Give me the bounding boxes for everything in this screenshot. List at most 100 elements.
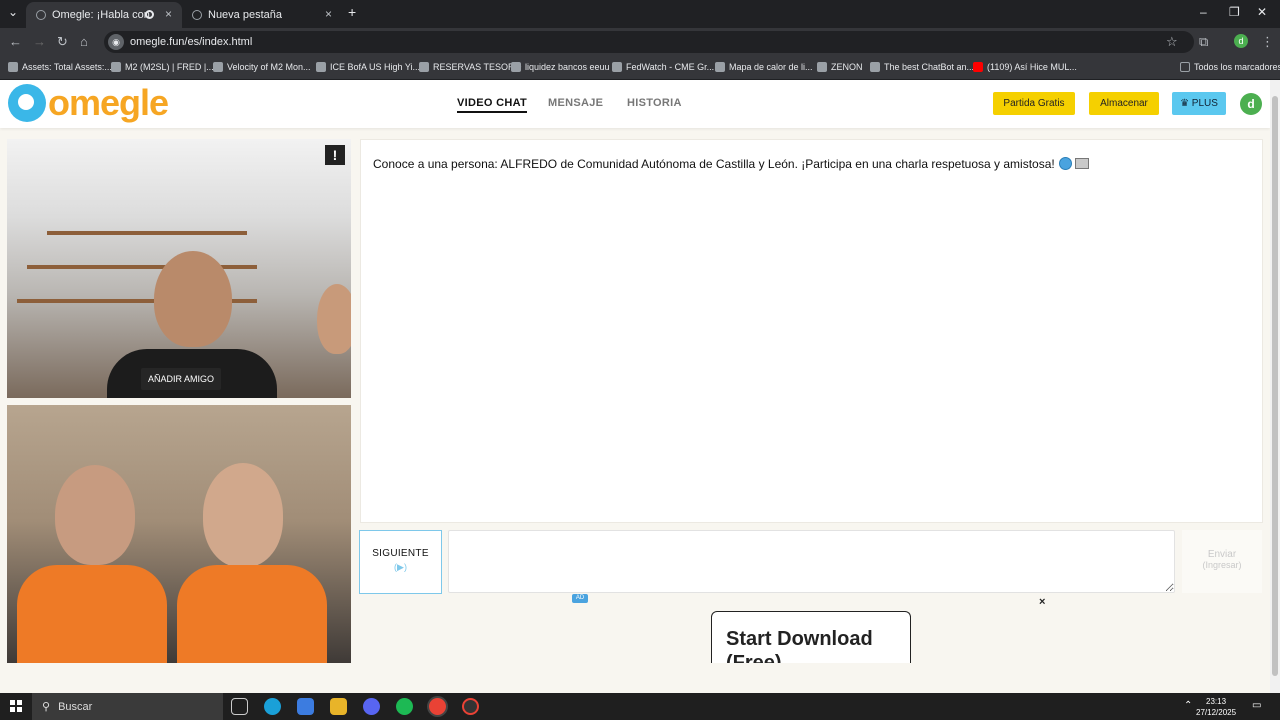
ad-banner[interactable]: Start Download (Free) <box>711 611 911 663</box>
address-bar[interactable]: ◉ omegle.fun/es/index.html <box>104 31 1194 53</box>
bookmark-item[interactable]: Velocity of M2 Mon... <box>213 62 311 72</box>
spotify-icon[interactable] <box>396 698 413 715</box>
close-tab-icon[interactable]: × <box>165 7 172 21</box>
bookmark-item[interactable]: RESERVAS TESORO <box>419 62 522 72</box>
nav-mensaje[interactable]: MENSAJE <box>548 97 603 109</box>
ad-close-icon[interactable]: × <box>1039 596 1045 608</box>
maximize-window-button[interactable]: ❐ <box>1229 5 1240 19</box>
bookmark-item[interactable]: (1109) Así Hice MUL... <box>973 62 1077 72</box>
bookmark-favicon-icon <box>213 62 223 72</box>
chrome-icon[interactable] <box>429 698 446 715</box>
bookmark-item[interactable]: The best ChatBot an... <box>870 62 974 72</box>
second-face <box>317 284 351 354</box>
taskbar-search-placeholder: Buscar <box>58 700 93 713</box>
app-icon[interactable] <box>462 698 479 715</box>
bookmark-favicon-icon <box>715 62 725 72</box>
next-shortcut: (▶) <box>394 562 407 572</box>
free-match-button[interactable]: Partida Gratis <box>993 92 1075 115</box>
plus-button[interactable]: ♛ PLUS <box>1172 92 1226 115</box>
bookmark-item[interactable]: ICE BofA US High Yi... <box>316 62 420 72</box>
tab-omegle[interactable]: Omegle: ¡Habla con Descon × <box>26 2 182 28</box>
next-button[interactable]: SIGUIENTE (▶) <box>359 530 442 594</box>
forward-icon[interactable]: → <box>33 34 46 49</box>
bookmark-item[interactable]: FedWatch - CME Gr... <box>612 62 714 72</box>
globe-icon <box>1058 157 1072 170</box>
bookmarks-bar: Assets: Total Assets:... M2 (M2SL) | FRE… <box>0 56 1280 80</box>
web-page: omegle VIDEO CHAT MENSAJE HISTORIA Parti… <box>0 80 1270 693</box>
close-tab-icon[interactable]: × <box>325 7 332 21</box>
start-menu-icon[interactable] <box>10 700 22 712</box>
bookmark-favicon-icon <box>8 62 18 72</box>
bookmark-item[interactable]: M2 (M2SL) | FRED |... <box>111 62 214 72</box>
ad-badge: AD <box>572 594 588 603</box>
close-window-button[interactable]: ✕ <box>1257 5 1267 19</box>
back-icon[interactable]: ← <box>9 34 22 49</box>
self-body-left <box>17 565 167 663</box>
stranger-face <box>154 251 232 347</box>
page-scrollbar[interactable] <box>1270 80 1280 693</box>
search-icon: ⚲ <box>42 701 51 713</box>
nav-historia[interactable]: HISTORIA <box>627 97 682 109</box>
bookmark-item[interactable]: ZENON <box>817 62 863 72</box>
nav-video-chat[interactable]: VIDEO CHAT <box>457 97 528 113</box>
logo-bubble-icon <box>8 84 46 122</box>
globe-favicon-icon <box>192 10 202 20</box>
bookmark-favicon-icon <box>511 62 521 72</box>
bookmark-favicon-icon <box>419 62 429 72</box>
next-label: SIGUIENTE <box>372 548 429 559</box>
bookmark-favicon-icon <box>111 62 121 72</box>
new-tab-button[interactable]: + <box>348 4 356 20</box>
report-icon[interactable]: ! <box>325 145 345 165</box>
youtube-icon <box>973 62 983 72</box>
send-shortcut: (Ingresar) <box>1202 560 1242 570</box>
taskbar-clock[interactable]: 23:13 27/12/2025 <box>1196 696 1236 718</box>
bookmark-favicon-icon <box>817 62 827 72</box>
site-info-icon[interactable]: ◉ <box>108 34 124 50</box>
clock-time: 23:13 <box>1206 697 1227 706</box>
video-shelf <box>47 231 247 235</box>
bookmark-item[interactable]: liquidez bancos eeuu <box>511 62 610 72</box>
tab-new-tab[interactable]: Nueva pestaña × <box>182 2 342 28</box>
tab-title: Omegle: ¡Habla con Descon <box>52 9 152 21</box>
tab-title: Nueva pestaña <box>208 9 282 21</box>
add-friend-button[interactable]: AÑADIR AMIGO <box>141 368 222 390</box>
user-avatar[interactable]: d <box>1240 93 1262 115</box>
omegle-logo[interactable]: omegle <box>8 82 169 123</box>
reload-icon[interactable]: ↻ <box>57 34 68 50</box>
home-icon[interactable]: ⌂ <box>80 34 88 49</box>
extensions-icon[interactable]: ⧉ <box>1199 34 1208 50</box>
bookmark-favicon-icon <box>870 62 880 72</box>
clock-date: 27/12/2025 <box>1196 708 1237 717</box>
message-input[interactable] <box>448 530 1175 593</box>
notifications-icon[interactable]: ▭ <box>1252 700 1261 711</box>
bookmark-star-icon[interactable]: ☆ <box>1166 34 1178 50</box>
bookmark-favicon-icon <box>316 62 326 72</box>
send-label: Enviar <box>1207 549 1237 560</box>
tray-chevron-icon[interactable]: ⌃ <box>1184 700 1192 711</box>
browser-menu-icon[interactable]: ⋮ <box>1261 34 1274 50</box>
all-bookmarks-folder[interactable]: Todos los marcadores <box>1180 62 1280 72</box>
bookmark-item[interactable]: Mapa de calor de li... <box>715 62 813 72</box>
file-explorer-icon[interactable] <box>330 698 347 715</box>
store-button[interactable]: Almacenar <box>1089 92 1159 115</box>
self-video <box>7 405 351 663</box>
taskbar-search[interactable]: ⚲ Buscar <box>32 693 223 720</box>
tab-list-chevron-icon[interactable]: ⌄ <box>8 5 18 19</box>
self-face-left <box>55 465 135 565</box>
logo-text: omegle <box>48 82 169 123</box>
edge-icon[interactable] <box>264 698 281 715</box>
chat-log: Conoce a una persona: ALFREDO de Comunid… <box>360 139 1263 523</box>
minimize-window-button[interactable]: – <box>1200 5 1207 19</box>
task-view-icon[interactable] <box>231 698 248 715</box>
store-icon[interactable] <box>297 698 314 715</box>
address-url[interactable]: omegle.fun/es/index.html <box>130 36 252 48</box>
bookmark-favicon-icon <box>612 62 622 72</box>
discord-icon[interactable] <box>363 698 380 715</box>
scrollbar-thumb[interactable] <box>1272 96 1278 676</box>
chat-intro-text: Conoce a una persona: ALFREDO de Comunid… <box>373 157 1055 171</box>
send-button[interactable]: Enviar (Ingresar) <box>1182 530 1262 593</box>
browser-toolbar: ← → ↻ ⌂ ◉ omegle.fun/es/index.html ☆ ⧉ d… <box>0 28 1280 56</box>
profile-avatar[interactable]: d <box>1234 34 1248 48</box>
bookmark-item[interactable]: Assets: Total Assets:... <box>8 62 112 72</box>
site-header: omegle VIDEO CHAT MENSAJE HISTORIA Parti… <box>0 80 1270 128</box>
